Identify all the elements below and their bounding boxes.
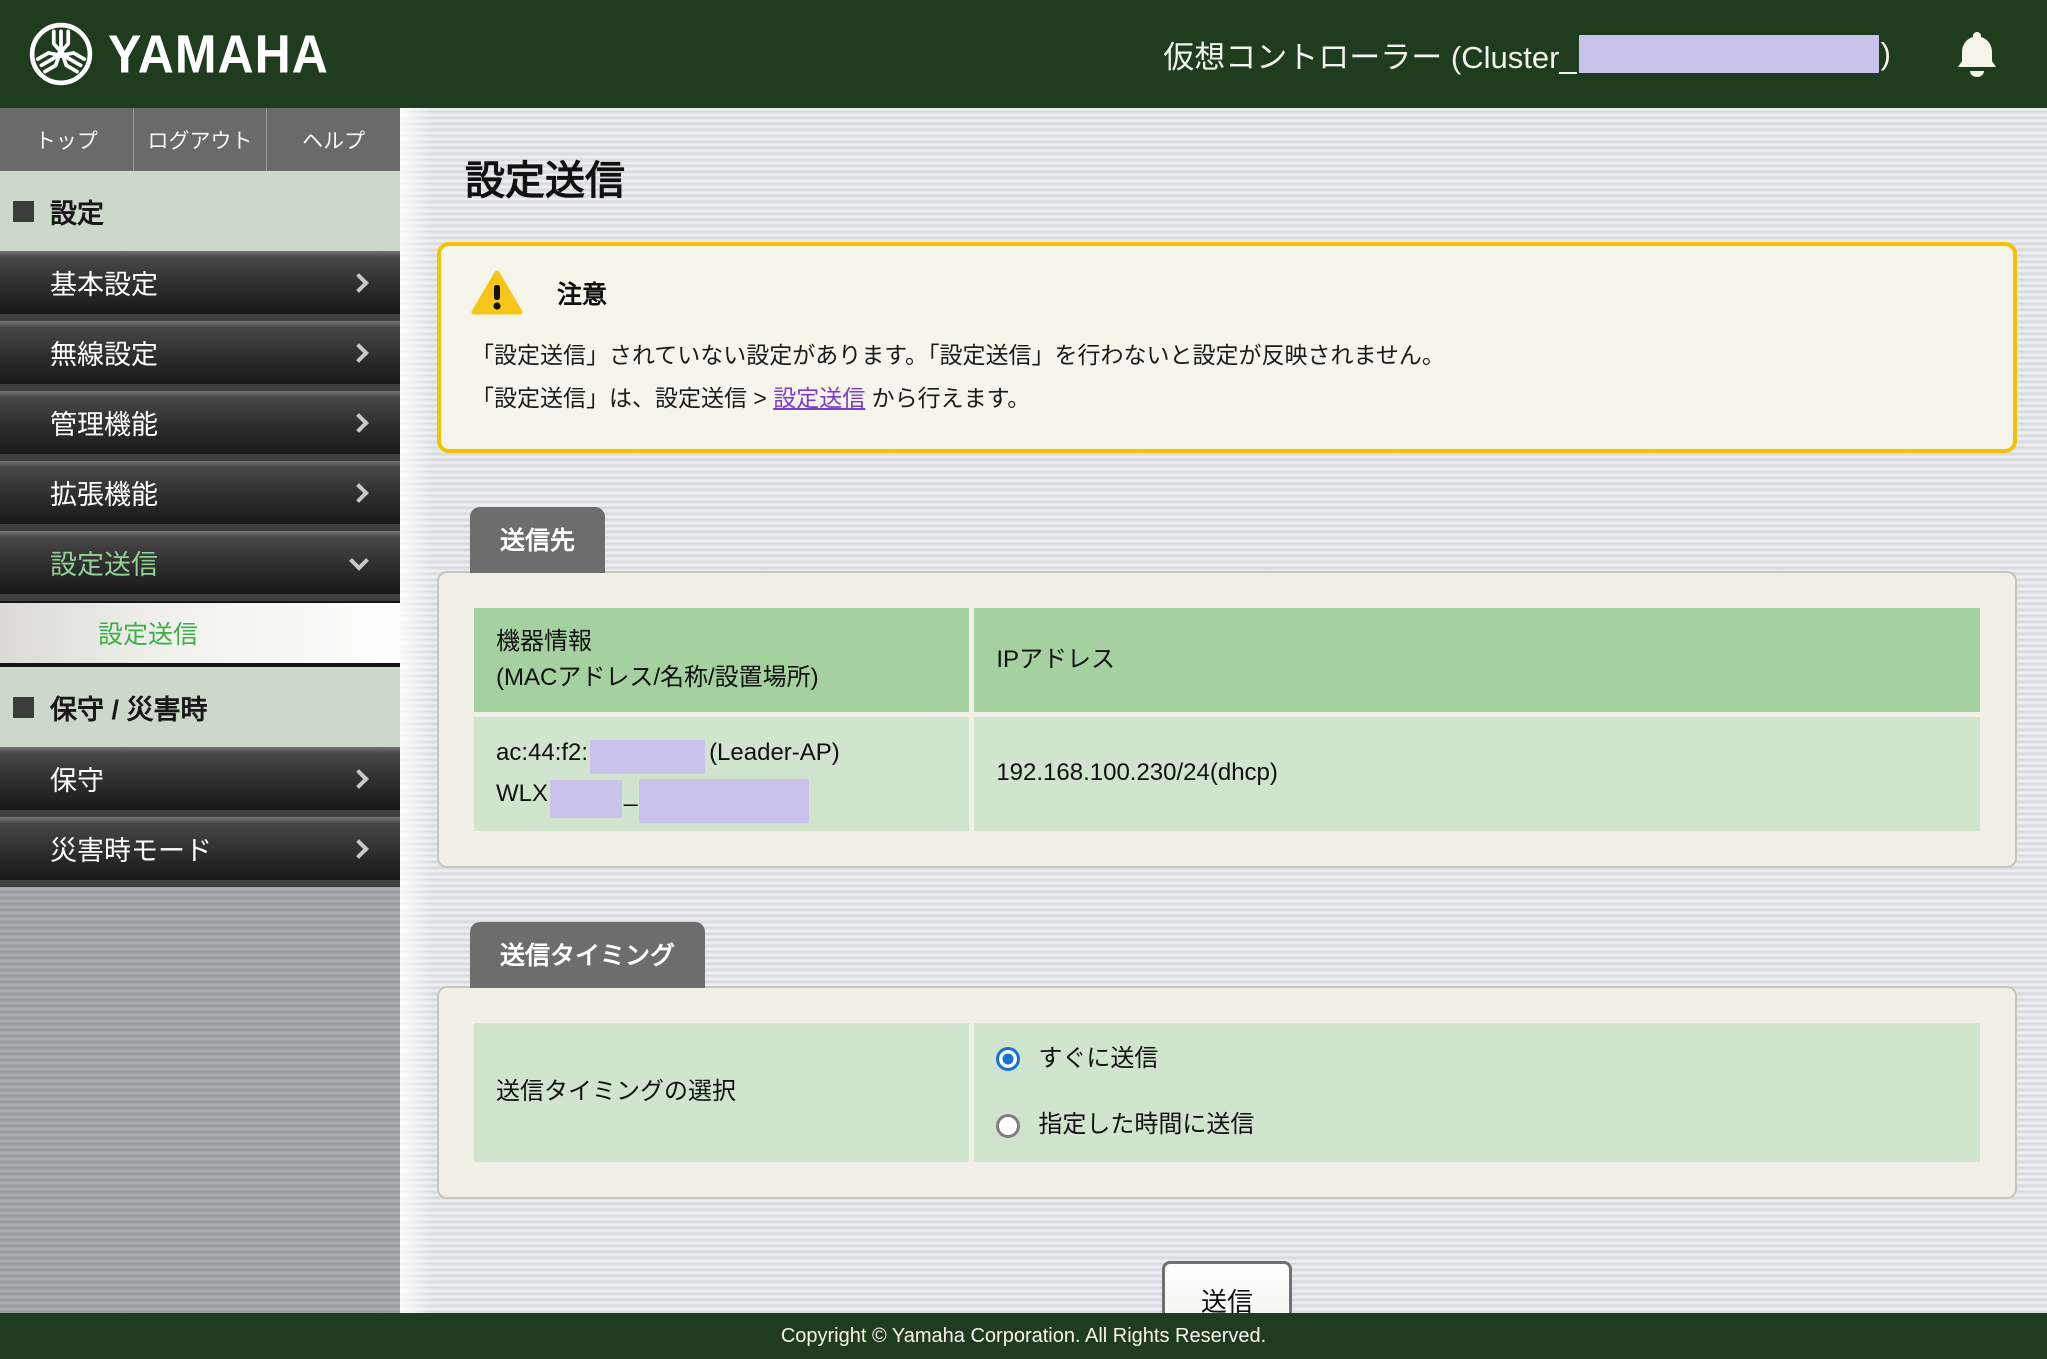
redacted-cluster-name — [1579, 35, 1879, 73]
brand-wordmark: YAMAHA — [108, 23, 329, 86]
top-header: YAMAHA 仮想コントローラー (Cluster_) — [0, 0, 2047, 108]
timing-label-cell: 送信タイミングの選択 — [474, 1023, 969, 1163]
sidebar-filler — [0, 887, 400, 1313]
device-mac-line: ac:44:f2:(Leader-AP) — [496, 733, 947, 774]
chevron-right-icon — [349, 413, 369, 433]
tab-logout[interactable]: ログアウト — [134, 108, 268, 171]
footer: Copyright © Yamaha Corporation. All Righ… — [0, 1313, 2047, 1359]
device-model-line: WLX_ — [496, 774, 947, 815]
destination-table: 機器情報 (MACアドレス/名称/設置場所) IPアドレス ac:44:f2:(… — [469, 603, 1985, 836]
chevron-right-icon — [349, 839, 369, 859]
sidebar-item-config-send[interactable]: 設定送信 — [0, 531, 400, 601]
sidebar-item-management[interactable]: 管理機能 — [0, 391, 400, 461]
tab-help[interactable]: ヘルプ — [267, 108, 400, 171]
chevron-down-icon — [349, 551, 369, 571]
tab-top[interactable]: トップ — [0, 108, 134, 171]
chevron-right-icon — [349, 273, 369, 293]
warning-triangle-icon — [471, 270, 523, 316]
yamaha-logo: YAMAHA — [28, 21, 329, 87]
redacted-device-name — [639, 779, 809, 823]
notice-line-2: 「設定送信」は、設定送信 > 設定送信 から行えます。 — [471, 377, 1983, 420]
copyright-text: Copyright © Yamaha Corporation. All Righ… — [781, 1325, 1266, 1348]
send-button[interactable]: 送信 — [1162, 1261, 1292, 1313]
notice-title: 注意 — [557, 275, 607, 311]
device-info-header: 機器情報 (MACアドレス/名称/設置場所) — [474, 608, 969, 712]
page-title: 設定送信 — [465, 148, 2017, 206]
notification-bell-icon[interactable] — [1955, 30, 1999, 78]
timing-panel: 送信タイミングの選択 すぐに送信 指定した時間に送信 — [437, 986, 2017, 1200]
table-row: ac:44:f2:(Leader-AP) WLX_ 192.168.100.23… — [474, 717, 1980, 831]
square-bullet-icon — [13, 697, 34, 718]
notice-line-1: 「設定送信」されていない設定があります。「設定送信」を行わないと設定が反映されま… — [471, 334, 1983, 377]
timing-options-cell: すぐに送信 指定した時間に送信 — [974, 1023, 1980, 1163]
chevron-right-icon — [349, 769, 369, 789]
sidebar-item-basic-settings[interactable]: 基本設定 — [0, 251, 400, 321]
table-row: 送信タイミングの選択 すぐに送信 指定した時間に送信 — [474, 1023, 1980, 1163]
main-content: 設定送信 注意 「設定送信」されていない設定があります。「設定送信」を行わないと… — [400, 108, 2047, 1313]
redacted-mac — [590, 740, 705, 774]
sidebar-item-disaster-mode[interactable]: 災害時モード — [0, 817, 400, 887]
radio-send-now[interactable]: すぐに送信 — [996, 1039, 1958, 1080]
sidebar-item-extended-functions[interactable]: 拡張機能 — [0, 461, 400, 531]
section-heading-settings: 設定 — [0, 171, 400, 251]
sidebar-item-wireless-settings[interactable]: 無線設定 — [0, 321, 400, 391]
sidebar-subitem-config-send[interactable]: 設定送信 — [0, 601, 400, 667]
yamaha-tuning-fork-icon — [28, 21, 94, 87]
section-heading-maintenance: 保守 / 災害時 — [0, 667, 400, 747]
warning-notice-box: 注意 「設定送信」されていない設定があります。「設定送信」を行わないと設定が反映… — [437, 242, 2017, 453]
square-bullet-icon — [13, 201, 34, 222]
sidebar-top-tabs: トップ ログアウト ヘルプ — [0, 108, 400, 171]
config-send-link[interactable]: 設定送信 — [773, 385, 865, 411]
ip-address-header: IPアドレス — [974, 608, 1980, 712]
table-header-row: 機器情報 (MACアドレス/名称/設置場所) IPアドレス — [474, 608, 1980, 712]
sidebar: トップ ログアウト ヘルプ 設定 基本設定 無線設定 管理機能 拡張機能 設定送… — [0, 108, 400, 1313]
timing-table: 送信タイミングの選択 すぐに送信 指定した時間に送信 — [469, 1018, 1985, 1168]
redacted-model — [550, 780, 622, 818]
radio-selected-icon[interactable] — [996, 1047, 1020, 1071]
ip-address-cell: 192.168.100.230/24(dhcp) — [974, 717, 1980, 831]
destination-panel: 機器情報 (MACアドレス/名称/設置場所) IPアドレス ac:44:f2:(… — [437, 571, 2017, 868]
chevron-right-icon — [349, 343, 369, 363]
timing-section-tab: 送信タイミング — [470, 922, 705, 988]
chevron-right-icon — [349, 483, 369, 503]
radio-send-at-time[interactable]: 指定した時間に送信 — [996, 1105, 1958, 1146]
notice-body: 「設定送信」されていない設定があります。「設定送信」を行わないと設定が反映されま… — [471, 334, 1983, 419]
submit-area: 送信 — [437, 1261, 2017, 1313]
destination-section-tab: 送信先 — [470, 507, 605, 573]
device-info-cell: ac:44:f2:(Leader-AP) WLX_ — [474, 717, 969, 831]
radio-unselected-icon[interactable] — [996, 1114, 1020, 1138]
controller-title: 仮想コントローラー (Cluster_) — [1163, 32, 1891, 77]
sidebar-item-maintenance[interactable]: 保守 — [0, 747, 400, 817]
